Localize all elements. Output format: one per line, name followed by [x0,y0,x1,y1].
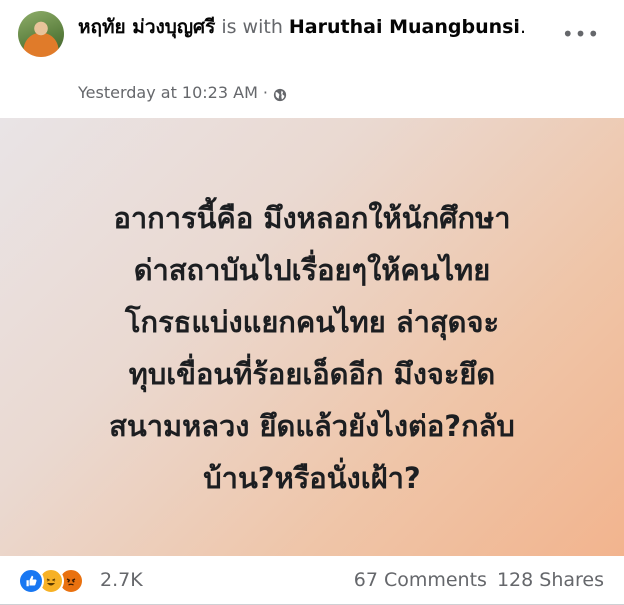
post-text-line: สนามหลวง ยึดแล้วยังไงต่อ?กลับ [109,409,515,443]
post-header: หฤทัย ม่วงบุญศรี is with Haruthai Muangb… [0,0,624,118]
post-stats: 67 Comments 128 Shares [354,567,604,593]
author-line: หฤทัย ม่วงบุญศรี is with Haruthai Muangb… [78,13,548,41]
shares-count[interactable]: 128 Shares [497,567,604,593]
post-footer: 2.7K 67 Comments 128 Shares [0,556,624,605]
post-text-line: อาการนี้คือ มึงหลอกให้นักศึกษา [113,201,511,235]
post-text-line: ด่าสถาบันไปเรื่อยๆให้คนไทย [133,253,491,287]
reaction-icons[interactable] [18,568,84,594]
post-text-line: ทุบเขื่อนที่ร้อยเอ็ดอีก มึงจะยึด [128,357,496,391]
post-text: อาการนี้คือ มึงหลอกให้นักศึกษา ด่าสถาบัน… [30,192,594,504]
author-name[interactable]: หฤทัย ม่วงบุญศรี [78,16,215,38]
reaction-count[interactable]: 2.7K [100,567,143,593]
timestamp[interactable]: Yesterday at 10:23 AM [78,82,258,104]
author-avatar[interactable] [18,11,64,57]
tagged-name[interactable]: Haruthai Muangbunsi [289,16,520,38]
with-text: is with [215,16,289,38]
post-text-line: บ้าน?หรือนั่งเฝ้า? [203,461,421,495]
more-options-button[interactable]: ••• [562,16,599,52]
period: . [519,16,526,38]
facebook-post: หฤทัย ม่วงบุญศรี is with Haruthai Muangb… [0,0,624,605]
post-meta: Yesterday at 10:23 AM · [78,82,287,104]
comments-count[interactable]: 67 Comments [354,567,487,593]
like-icon[interactable] [18,568,44,594]
post-text-line: โกรธแบ่งแยกคนไทย ล่าสุดจะ [124,305,500,339]
globe-icon[interactable] [273,86,287,102]
post-content-background: อาการนี้คือ มึงหลอกให้นักศึกษา ด่าสถาบัน… [0,118,624,556]
separator: · [262,83,268,102]
